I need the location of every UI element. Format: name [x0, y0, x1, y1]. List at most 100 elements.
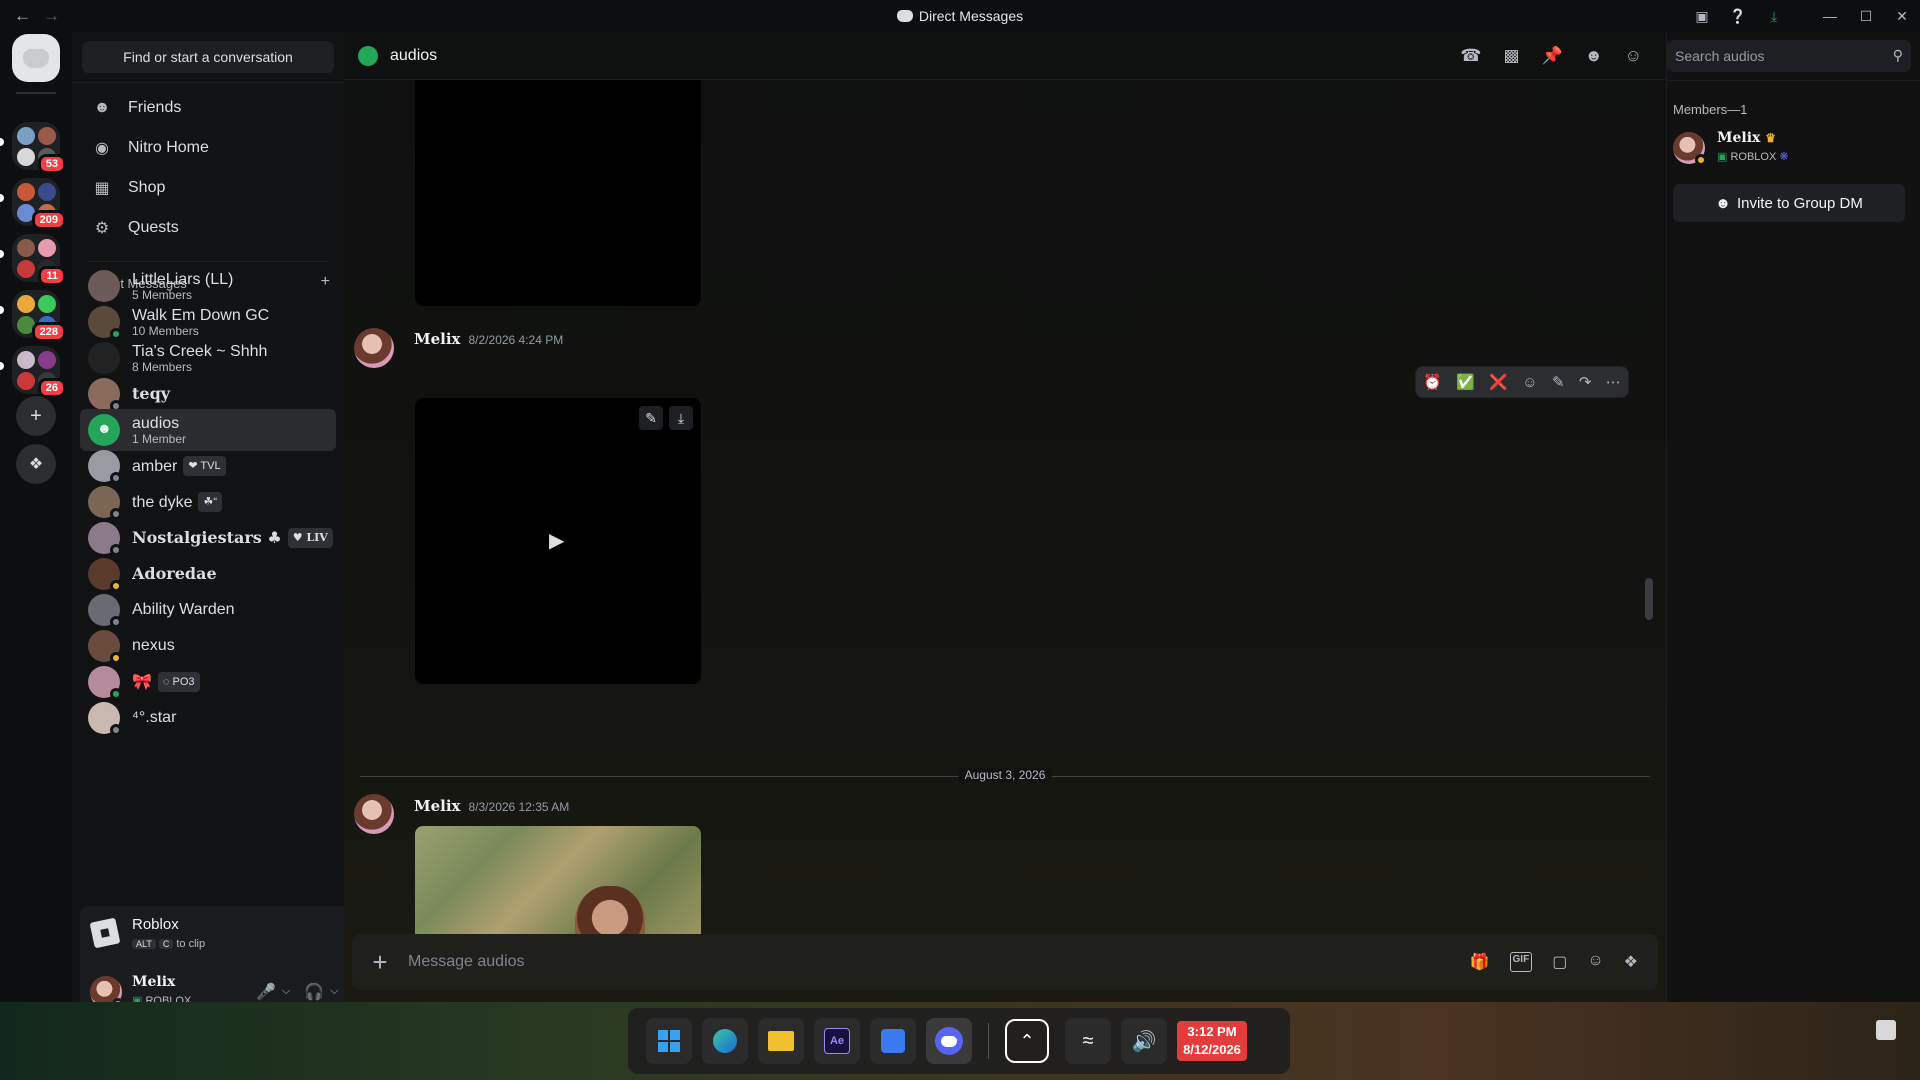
scrollbar-thumb[interactable]	[1645, 578, 1653, 620]
nav-nitro-home[interactable]: ◉ Nitro Home	[80, 128, 336, 168]
nav-quests[interactable]: ⚙ Quests	[80, 208, 336, 248]
add-server-button[interactable]: +	[16, 396, 56, 436]
server-rail: 53 209 11 228 26 + ❖	[0, 32, 72, 1002]
upload-plus-icon[interactable]: +	[352, 947, 408, 978]
edit-pencil-icon[interactable]: ✎	[639, 406, 663, 430]
image-attachment[interactable]	[415, 826, 701, 934]
unread-pill	[0, 306, 4, 314]
home-button[interactable]	[12, 34, 60, 82]
server-folder-3[interactable]: 11	[12, 234, 66, 286]
message-avatar[interactable]	[354, 328, 394, 368]
message-avatar[interactable]	[354, 794, 394, 834]
mention-badge: 26	[37, 378, 66, 398]
gift-icon[interactable]: 🎁	[1470, 952, 1490, 972]
x-reaction-icon[interactable]: ❌	[1489, 373, 1508, 391]
member-status: ▣ ROBLOX ❋	[1717, 151, 1789, 163]
nav-shop[interactable]: ▦ Shop	[80, 168, 336, 208]
dm-item[interactable]: ⁴°.star	[80, 697, 336, 739]
discover-button[interactable]: ❖	[16, 444, 56, 484]
check-reaction-icon[interactable]: ✅	[1456, 373, 1475, 391]
pin-icon[interactable]: 📌	[1542, 46, 1563, 66]
add-member-icon[interactable]: ☻	[1585, 46, 1603, 66]
server-tag-badge: ♥ LIV	[287, 528, 333, 548]
roblox-studio-icon[interactable]	[870, 1018, 916, 1064]
server-tag-badge: ◌ PO3	[157, 672, 200, 692]
dm-name: Walk Em Down GC	[132, 306, 270, 324]
forward-icon[interactable]: ↷	[1579, 373, 1592, 391]
dm-subtitle: 5 Members	[132, 287, 193, 302]
notification-icon[interactable]	[1876, 1020, 1896, 1040]
message-author[interactable]: Melix	[414, 330, 461, 348]
dm-avatar	[88, 558, 122, 592]
phone-icon[interactable]: ☎	[1460, 46, 1481, 66]
message-input[interactable]: Message audios	[408, 953, 525, 971]
download-icon[interactable]: ⤓	[1756, 8, 1792, 25]
headphones-icon[interactable]: 🎧	[304, 982, 324, 1003]
add-reaction-icon[interactable]: ☺	[1522, 374, 1537, 391]
search-input[interactable]: Search audios ⚲	[1667, 40, 1911, 72]
video-attachment[interactable]: ✎ ⤓ ▶	[415, 398, 701, 684]
channel-name: audios	[390, 46, 438, 64]
server-folder-2[interactable]: 209	[12, 178, 66, 230]
dm-name: 🎀 ◌ PO3	[132, 672, 200, 692]
activity-title: Roblox	[132, 916, 179, 933]
file-explorer-icon[interactable]	[758, 1018, 804, 1064]
apps-icon[interactable]: ❖	[1624, 952, 1638, 972]
mention-badge: 53	[37, 154, 66, 174]
download-icon[interactable]: ⤓	[669, 406, 693, 430]
minimize-button[interactable]: —	[1812, 8, 1848, 24]
server-folder-1[interactable]: 53	[12, 122, 66, 174]
find-conversation-button[interactable]: Find or start a conversation	[82, 41, 334, 73]
dm-name: teqy	[132, 384, 171, 403]
chevron-down-icon[interactable]: ⌵	[330, 985, 338, 1003]
dm-avatar	[88, 342, 120, 374]
after-effects-icon[interactable]: Ae	[814, 1018, 860, 1064]
user-name[interactable]: Melix	[132, 974, 175, 990]
volume-icon[interactable]: 🔊	[1121, 1018, 1167, 1064]
play-icon[interactable]: ▶	[549, 528, 564, 553]
rail-divider	[16, 92, 56, 94]
dm-name: the dyke ☘“	[132, 492, 223, 512]
edge-browser-icon[interactable]	[702, 1018, 748, 1064]
sticker-icon[interactable]: ▢	[1552, 952, 1567, 972]
maximize-button[interactable]: ☐	[1848, 8, 1884, 25]
show-hidden-icons-button[interactable]: ⌃	[1005, 1019, 1049, 1063]
reminder-alarm-icon[interactable]: ⏰	[1423, 373, 1442, 391]
video-icon[interactable]: ▩	[1504, 46, 1520, 66]
dm-avatar	[88, 522, 122, 556]
dm-avatar	[88, 306, 122, 340]
clock[interactable]: 3:12 PM 8/12/2026	[1177, 1021, 1247, 1061]
nav-friends[interactable]: ☻ Friends	[80, 88, 336, 128]
discord-logo-icon	[896, 10, 913, 22]
server-folder-5[interactable]: 26	[12, 346, 66, 398]
microphone-icon[interactable]: 🎤	[256, 982, 276, 1003]
message-timestamp: 8/3/2026 12:35 AM	[468, 800, 570, 814]
close-button[interactable]: ✕	[1884, 8, 1920, 25]
wifi-icon[interactable]: ≈	[1065, 1018, 1111, 1064]
gif-icon[interactable]: GIF	[1509, 952, 1533, 972]
inbox-icon[interactable]: ▣	[1684, 8, 1720, 25]
server-tag-badge: ❤ TVL	[183, 456, 226, 476]
edit-icon[interactable]: ✎	[1552, 373, 1565, 391]
message-hover-toolbar: ⏰ ✅ ❌ ☺ ✎ ↷ ⋯	[1415, 366, 1629, 398]
invite-group-dm-button[interactable]: ☻ Invite to Group DM	[1673, 184, 1905, 222]
chevron-down-icon[interactable]: ⌵	[282, 985, 290, 1003]
message-author[interactable]: Melix	[414, 797, 461, 815]
video-attachment[interactable]	[415, 80, 701, 306]
member-name: Melix ♛	[1717, 130, 1777, 146]
discord-app-icon[interactable]	[926, 1018, 972, 1064]
server-folder-4[interactable]: 228	[12, 290, 66, 342]
dm-subtitle: 10 Members	[132, 323, 199, 338]
members-icon[interactable]: ☺	[1625, 46, 1642, 66]
member-avatar	[1673, 132, 1707, 166]
help-icon[interactable]: ❔	[1720, 8, 1756, 25]
status-indicator	[110, 724, 122, 736]
dm-avatar	[88, 702, 122, 736]
member-item[interactable]: Melix ♛ ▣ ROBLOX ❋	[1673, 126, 1913, 170]
more-options-icon[interactable]: ⋯	[1606, 373, 1621, 391]
dm-name: Ability Warden	[132, 601, 235, 618]
dm-sidebar: Find or start a conversation ☻ Friends ◉ N…	[72, 32, 406, 1022]
taskbar: Ae ⌃ ≈ 🔊 3:12 PM 8/12/2026	[628, 1008, 1290, 1074]
emoji-icon[interactable]: ☺	[1587, 952, 1603, 972]
start-button[interactable]	[646, 1018, 692, 1064]
